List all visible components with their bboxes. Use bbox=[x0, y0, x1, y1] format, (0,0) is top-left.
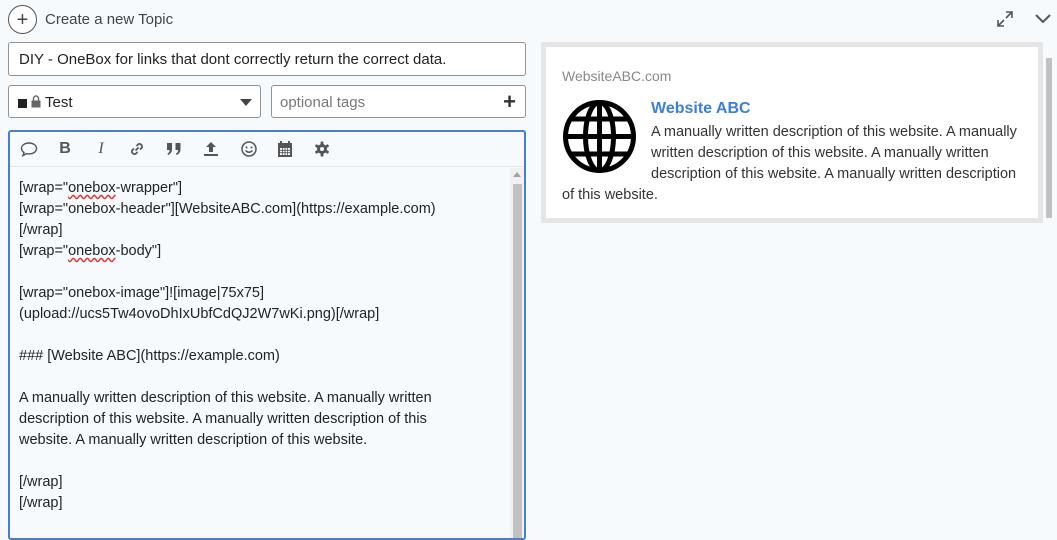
plus-icon: + bbox=[16, 8, 29, 31]
onebox-description: A manually written description of this w… bbox=[562, 124, 1017, 203]
calendar-icon[interactable] bbox=[274, 138, 296, 160]
editor-textarea[interactable]: [wrap="onebox-wrapper"] [wrap="onebox-hea… bbox=[19, 178, 509, 514]
preview-panel: WebsiteABC.com Website ABC A manually wr… bbox=[541, 42, 1052, 531]
misspelled-word: onebox bbox=[68, 180, 116, 196]
editor-scrollbar[interactable] bbox=[510, 168, 524, 538]
editor-line: [wrap="onebox-header"][WebsiteABC.com](h… bbox=[19, 201, 436, 217]
tag-chooser[interactable]: optional tags + bbox=[271, 85, 526, 118]
onebox-preview: WebsiteABC.com Website ABC A manually wr… bbox=[541, 42, 1043, 223]
composer-header: + Create a new Topic bbox=[0, 0, 1057, 38]
markdown-editor[interactable]: B I [wrap="onebox-wrapper"] [wrap="onebox… bbox=[8, 130, 526, 540]
italic-icon[interactable]: I bbox=[90, 138, 112, 160]
editor-line: [/wrap] bbox=[19, 474, 63, 490]
editor-line: A manually written description of this w… bbox=[19, 390, 432, 406]
editor-line: description of this website. A manually … bbox=[19, 411, 427, 427]
category-color-swatch bbox=[18, 99, 27, 108]
editor-line: [wrap="onebox-body"] bbox=[19, 243, 162, 259]
editor-line: [wrap="onebox-wrapper"] bbox=[19, 180, 183, 196]
fullscreen-expand-icon[interactable] bbox=[996, 10, 1014, 28]
editor-line: [/wrap] bbox=[19, 495, 63, 511]
onebox-header: WebsiteABC.com bbox=[562, 68, 672, 84]
editor-line: ### [Website ABC](https://example.com) bbox=[19, 348, 280, 364]
category-chooser[interactable]: Test bbox=[8, 85, 261, 118]
gear-icon[interactable] bbox=[311, 138, 333, 160]
upload-icon[interactable] bbox=[200, 138, 222, 160]
misspelled-word: onebox bbox=[68, 243, 116, 259]
quote-icon[interactable] bbox=[163, 138, 185, 160]
create-topic-button[interactable]: + bbox=[8, 5, 37, 34]
preview-scrollbar-thumb[interactable] bbox=[1046, 58, 1052, 218]
speech-bubble-icon[interactable] bbox=[18, 138, 40, 160]
chevron-down-icon[interactable] bbox=[1034, 12, 1052, 26]
category-name: Test bbox=[45, 94, 73, 111]
editor-line: [wrap="onebox-image"]![image|75x75] bbox=[19, 285, 264, 301]
caret-down-icon bbox=[240, 99, 252, 106]
editor-line: (upload://ucs5Tw4ovoDhIxUbfCdQJ2W7wKi.pn… bbox=[19, 306, 380, 322]
editor-scroll-thumb[interactable] bbox=[513, 184, 522, 538]
editor-line: [/wrap] bbox=[19, 222, 63, 238]
add-tag-icon[interactable]: + bbox=[503, 91, 516, 113]
composer-action-title: Create a new Topic bbox=[45, 11, 174, 28]
bold-icon[interactable]: B bbox=[54, 138, 76, 160]
link-icon[interactable] bbox=[126, 138, 148, 160]
lock-icon bbox=[31, 95, 41, 108]
onebox-title-link[interactable]: Website ABC bbox=[651, 100, 751, 118]
tags-placeholder: optional tags bbox=[280, 94, 366, 111]
topic-title-input[interactable]: DIY - OneBox for links that dont correct… bbox=[8, 42, 526, 76]
editor-line: website. A manually written description … bbox=[19, 432, 368, 448]
emoji-icon[interactable] bbox=[238, 138, 260, 160]
scroll-up-arrow-icon[interactable] bbox=[513, 172, 521, 177]
editor-toolbar: B I bbox=[10, 132, 524, 167]
